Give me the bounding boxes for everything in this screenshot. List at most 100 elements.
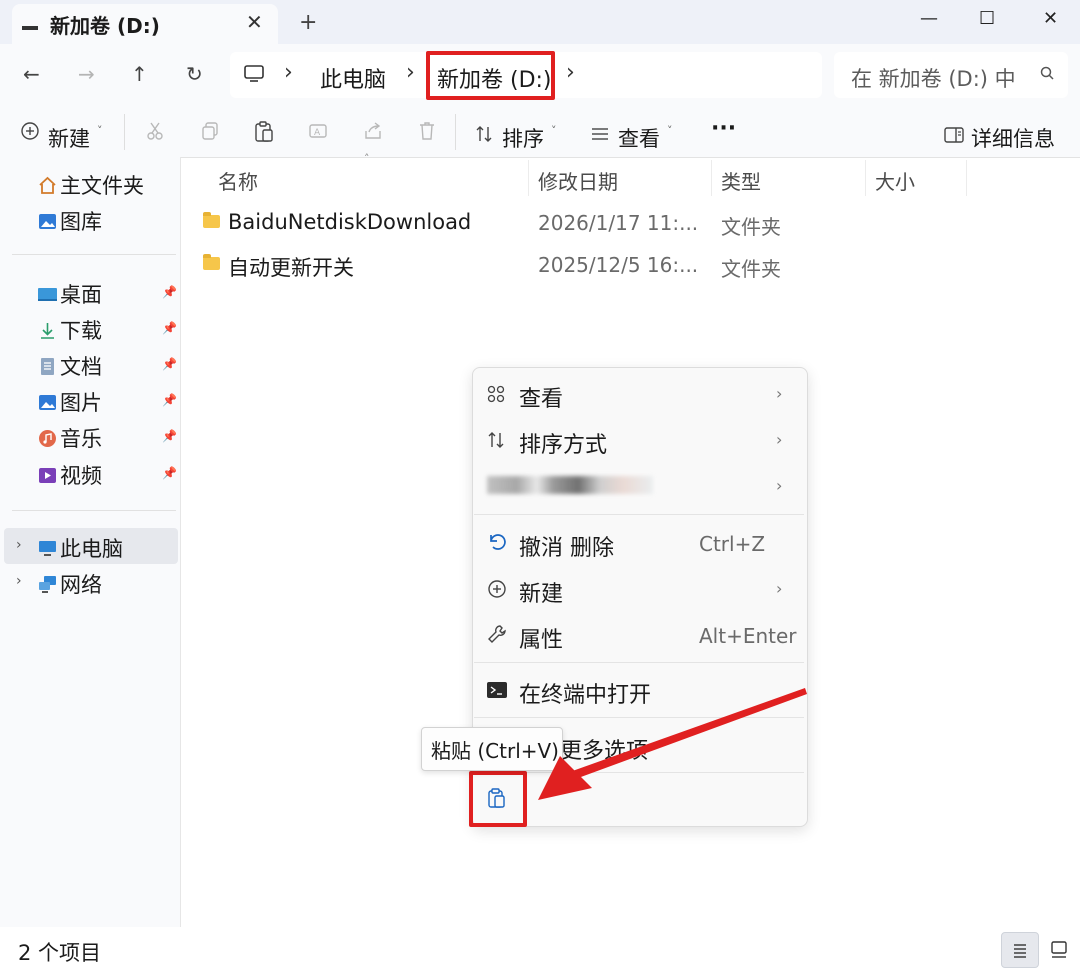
network-icon	[38, 575, 57, 594]
column-header-size[interactable]: 大小	[875, 166, 915, 195]
pin-icon[interactable]: 📌	[162, 429, 177, 443]
folder-icon	[203, 212, 220, 228]
search-icon[interactable]	[1040, 66, 1054, 80]
sort-button[interactable]: 排序	[502, 123, 544, 153]
sidebar-item-label: 下载	[60, 319, 102, 343]
sidebar-item-label: 视频	[60, 464, 102, 488]
paste-icon[interactable]	[254, 121, 274, 143]
sidebar-item-label: 图片	[60, 391, 102, 415]
pin-icon[interactable]: 📌	[162, 321, 177, 335]
menu-item-shortcut: Alt+Enter	[699, 624, 797, 648]
sidebar-item-documents[interactable]: 文档	[38, 351, 102, 381]
close-window-button[interactable]: ✕	[1043, 8, 1058, 29]
sidebar-item-label: 文档	[60, 355, 102, 379]
menu-item-label: 撤消 删除	[519, 536, 614, 561]
menu-separator	[474, 662, 804, 663]
maximize-button[interactable]: ☐	[979, 8, 995, 29]
folder-icon	[203, 254, 220, 270]
details-button[interactable]: 详细信息	[971, 123, 1055, 153]
column-divider[interactable]	[711, 160, 712, 196]
sidebar-item-downloads[interactable]: 下载	[38, 315, 102, 345]
column-header-type[interactable]: 类型	[721, 166, 761, 195]
menu-separator	[474, 514, 804, 515]
sidebar-item-label: 桌面	[60, 283, 102, 307]
home-icon	[38, 176, 57, 195]
thumbnail-view-button[interactable]	[1041, 932, 1077, 966]
sidebar-divider	[12, 254, 176, 255]
file-type: 文件夹	[721, 257, 781, 281]
file-name: 自动更新开关	[228, 256, 354, 280]
column-divider[interactable]	[966, 160, 967, 196]
pin-icon[interactable]: 📌	[162, 466, 177, 480]
minimize-button[interactable]: —	[920, 8, 938, 29]
breadcrumb-separator: ›	[284, 60, 293, 85]
sidebar-item-music[interactable]: 音乐	[38, 423, 102, 453]
sidebar-item-network[interactable]: 网络	[38, 569, 102, 599]
sidebar-item-label: 图库	[60, 210, 102, 234]
svg-text:A: A	[314, 128, 321, 138]
picture-icon	[38, 393, 57, 412]
wrench-icon	[487, 624, 507, 644]
breadcrumb-this-pc[interactable]: 此电脑	[320, 62, 386, 94]
search-placeholder: 在 新加卷 (D:) 中	[851, 67, 1016, 91]
chevron-right-icon: ›	[776, 430, 783, 449]
sidebar-item-label: 网络	[60, 573, 102, 597]
plus-circle-icon	[20, 121, 40, 141]
view-button[interactable]: 查看	[618, 123, 660, 153]
chevron-down-icon: ˅	[551, 124, 557, 137]
sidebar-item-this-pc[interactable]: 此电脑	[38, 533, 123, 563]
list-view-icon	[591, 126, 609, 142]
download-icon	[38, 321, 57, 340]
sidebar-item-gallery[interactable]: 图库	[38, 206, 102, 236]
sidebar-item-videos[interactable]: 视频	[38, 460, 102, 490]
breadcrumb-separator: ›	[406, 60, 415, 85]
copy-icon[interactable]	[200, 121, 220, 141]
sort-icon	[487, 431, 505, 449]
chevron-right-icon[interactable]: ›	[16, 537, 22, 553]
tab-close-button[interactable]: ✕	[246, 10, 263, 34]
column-divider[interactable]	[865, 160, 866, 196]
sidebar-item-pictures[interactable]: 图片	[38, 387, 102, 417]
menu-item-label: 排序方式	[519, 433, 608, 458]
breadcrumb-separator: ›	[566, 60, 575, 85]
gallery-icon	[38, 212, 57, 231]
pin-icon[interactable]: 📌	[162, 357, 177, 371]
sidebar-item-label: 主文件夹	[60, 174, 144, 198]
drive-icon	[22, 26, 38, 30]
refresh-button[interactable]: ↻	[186, 62, 203, 86]
share-icon[interactable]	[363, 121, 383, 141]
tab-title: 新加卷 (D:)	[50, 14, 160, 38]
new-button[interactable]: 新建	[48, 123, 90, 153]
status-item-count: 2 个项目	[18, 941, 102, 965]
chevron-right-icon[interactable]: ›	[16, 573, 22, 589]
column-divider[interactable]	[528, 160, 529, 196]
rename-icon[interactable]: A	[308, 121, 328, 141]
forward-button[interactable]: →	[78, 62, 95, 86]
sort-indicator-icon: ˄	[364, 152, 370, 165]
column-header-date[interactable]: 修改日期	[538, 166, 618, 195]
delete-icon[interactable]	[417, 121, 437, 141]
grid-icon	[487, 385, 505, 403]
video-icon	[38, 466, 57, 485]
menu-item-label: 新建	[519, 582, 564, 607]
toolbar-divider	[455, 114, 456, 150]
file-type: 文件夹	[721, 215, 781, 239]
sidebar-item-label: 音乐	[60, 427, 102, 451]
new-tab-button[interactable]: +	[299, 10, 317, 35]
plus-circle-icon	[487, 579, 507, 599]
back-button[interactable]: ←	[23, 62, 40, 86]
chevron-down-icon: ˅	[667, 124, 673, 137]
sidebar-item-desktop[interactable]: 桌面	[38, 279, 102, 309]
chevron-right-icon: ›	[776, 579, 783, 598]
more-options-button[interactable]: ···	[711, 116, 736, 141]
pin-icon[interactable]: 📌	[162, 285, 177, 299]
sidebar-item-home[interactable]: 主文件夹	[38, 170, 144, 200]
highlight-box-paste	[469, 771, 527, 827]
column-header-name[interactable]: 名称	[218, 166, 258, 195]
blurred-menu-label	[487, 476, 653, 494]
pin-icon[interactable]: 📌	[162, 393, 177, 407]
up-button[interactable]: ↑	[131, 62, 148, 86]
details-view-button[interactable]	[1001, 932, 1039, 968]
music-icon	[38, 429, 57, 448]
cut-icon[interactable]	[145, 121, 165, 141]
